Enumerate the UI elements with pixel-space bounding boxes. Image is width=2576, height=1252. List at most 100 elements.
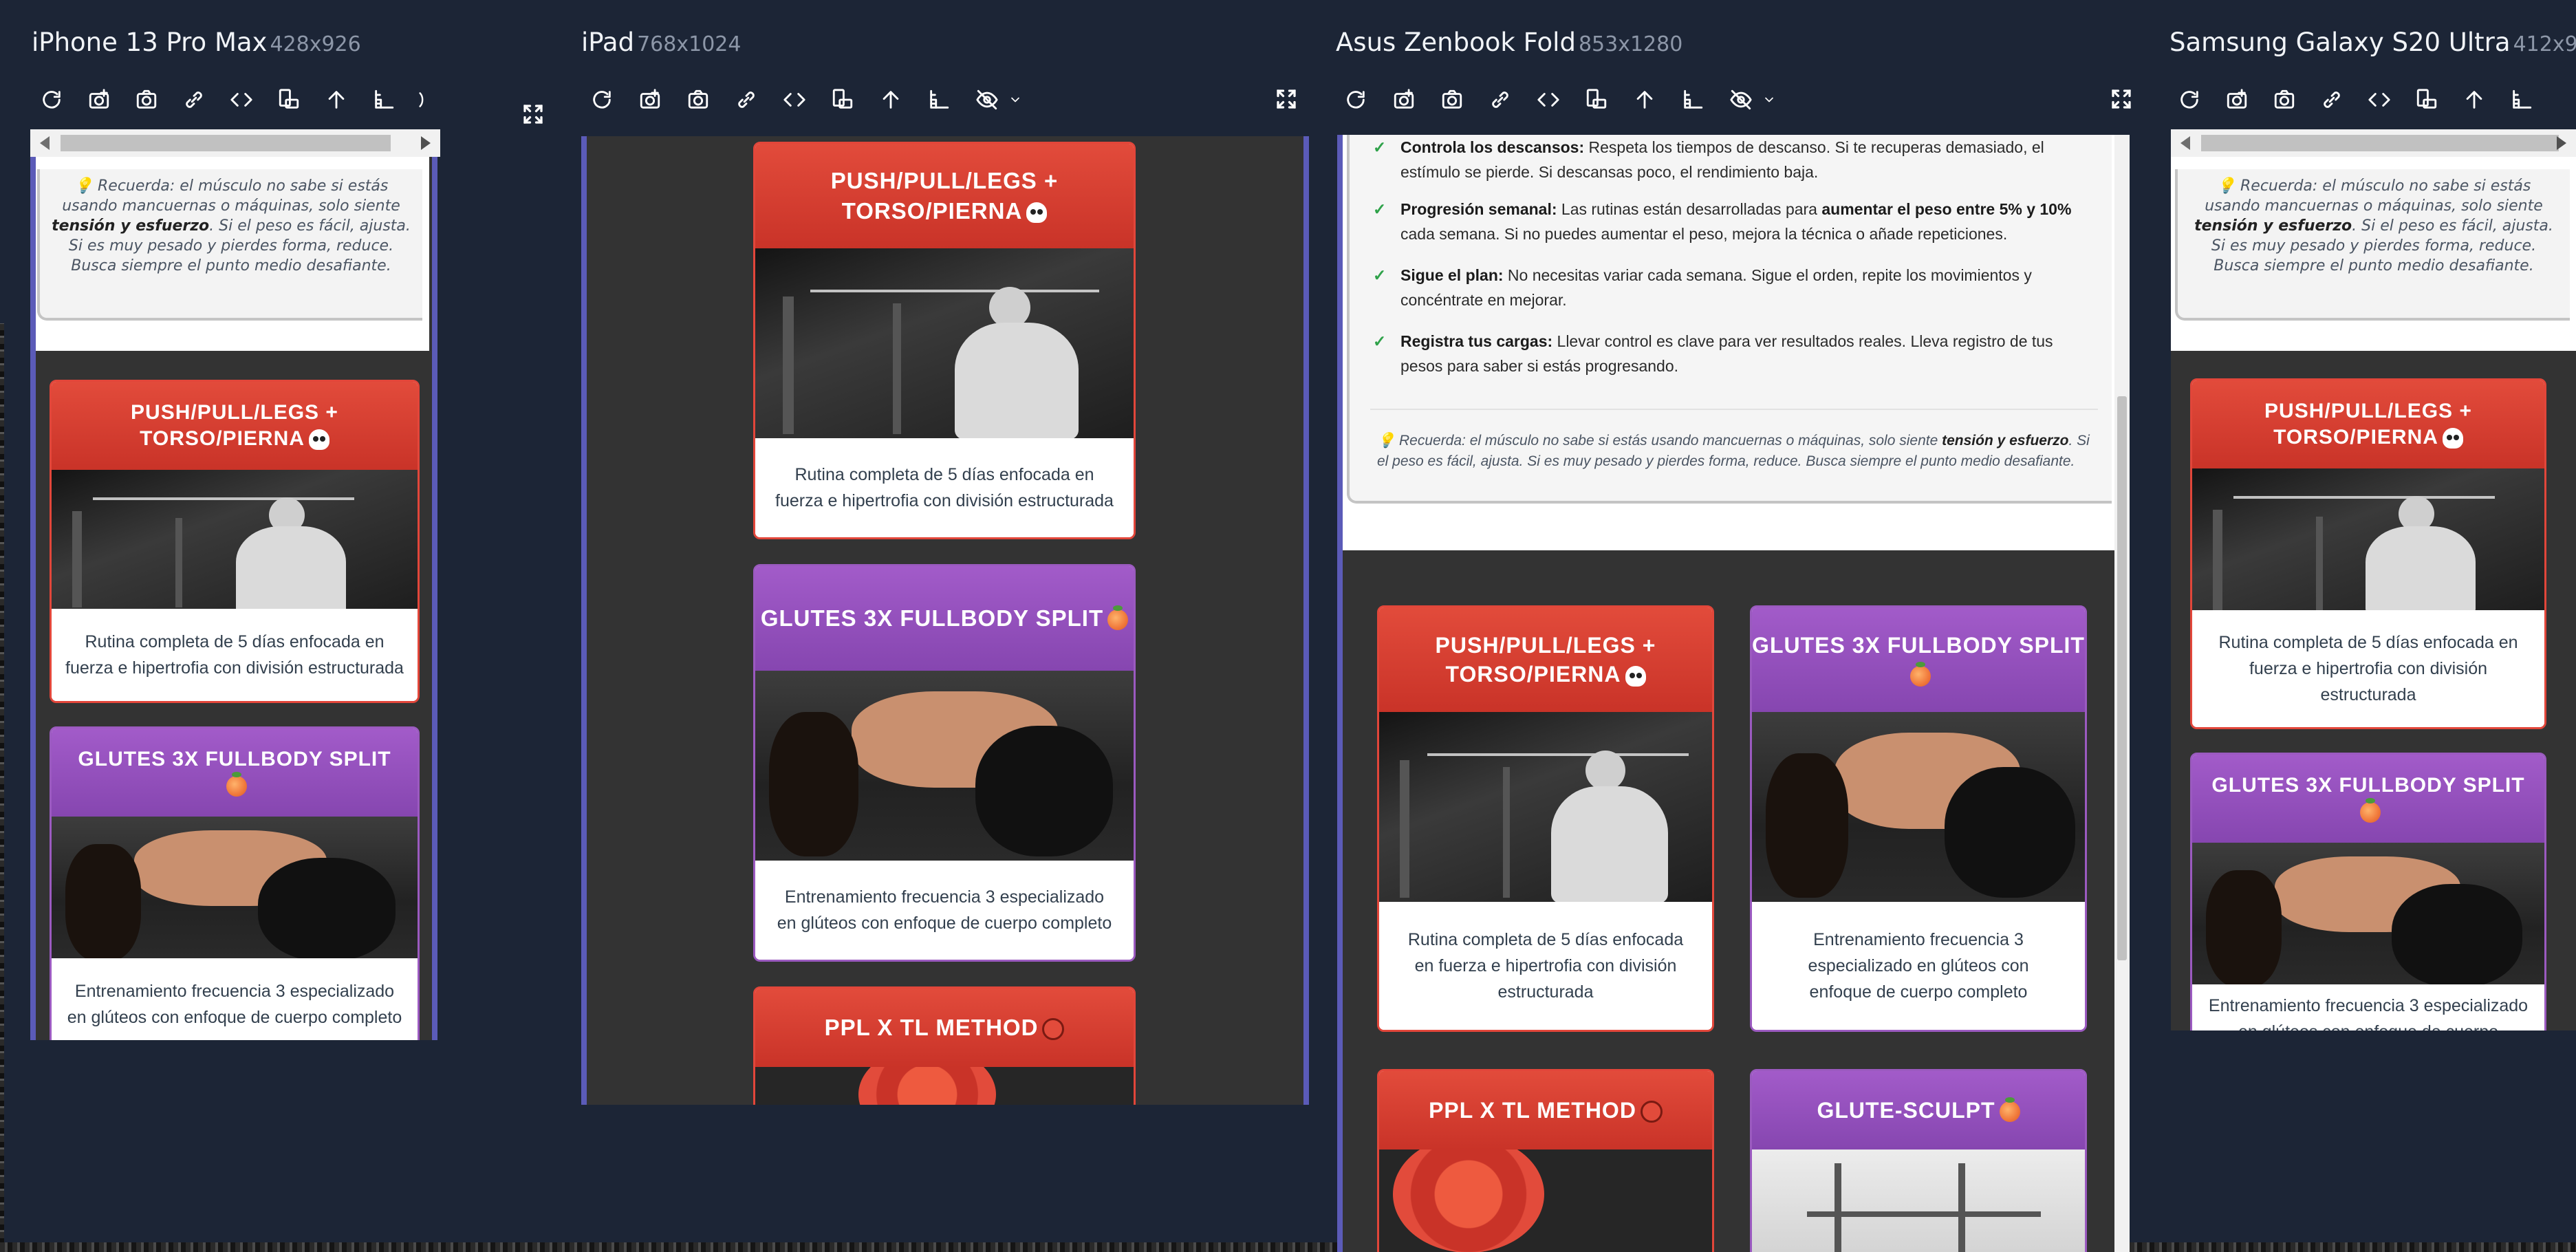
program-card-glutes[interactable]: GLUTES 3X FULLBODY SPLIT Entrenamiento f… bbox=[50, 726, 420, 1040]
ruler-icon[interactable] bbox=[924, 85, 953, 114]
card-description: Rutina completa de 5 días enfocada en fu… bbox=[755, 438, 1134, 537]
camera-icon[interactable] bbox=[132, 85, 161, 114]
program-card-ppl-torso[interactable]: PUSH/PULL/LEGS + TORSO/PIERNA Rutina com… bbox=[753, 142, 1136, 539]
peach-icon bbox=[1910, 661, 1931, 687]
device-dimensions: 853x1280 bbox=[1578, 32, 1683, 56]
code-icon[interactable] bbox=[780, 85, 809, 114]
card-header: PUSH/PULL/LEGS + TORSO/PIERNA bbox=[52, 382, 418, 470]
program-card-ppl-tl[interactable]: PPL X TL METHOD bbox=[753, 986, 1136, 1105]
link-icon[interactable] bbox=[732, 85, 761, 114]
checklist-item: ✓ Sigue el plan: No necesitas variar cad… bbox=[1373, 263, 2098, 312]
note-text: Recuerda: el músculo no sabe si estás us… bbox=[1398, 433, 1942, 449]
viewport-frame-left bbox=[30, 157, 36, 1040]
note-text: Recuerda: el músculo no sabe si estás us… bbox=[62, 177, 400, 215]
refresh-icon[interactable] bbox=[2175, 85, 2204, 114]
link-icon[interactable] bbox=[180, 85, 208, 114]
card-header: GLUTES 3X FULLBODY SPLIT bbox=[755, 566, 1134, 671]
rotate-device-icon[interactable] bbox=[828, 85, 857, 114]
vertical-scrollbar[interactable] bbox=[2114, 135, 2130, 1252]
check-icon: ✓ bbox=[1373, 200, 1387, 218]
device-viewport: 💡 Recuerda: el músculo no sabe si estás … bbox=[30, 157, 437, 1040]
card-title: PUSH/PULL/LEGS + TORSO/PIERNA bbox=[131, 401, 338, 450]
scroll-left-arrow-icon[interactable] bbox=[40, 136, 50, 150]
ruler-icon[interactable] bbox=[369, 85, 398, 114]
checklist-item: ✓ Registra tus cargas: Llevar control es… bbox=[1373, 329, 2098, 378]
link-icon[interactable] bbox=[1486, 85, 1515, 114]
refresh-icon[interactable] bbox=[37, 85, 66, 114]
camera-plus-icon[interactable] bbox=[636, 85, 664, 114]
program-card-ppl-torso[interactable]: PUSH/PULL/LEGS + TORSO/PIERNA Rutina com… bbox=[50, 380, 420, 703]
card-photo bbox=[755, 1067, 1134, 1105]
card-header: GLUTE-SCULPT bbox=[1752, 1071, 2085, 1150]
note-text: Recuerda: el músculo no sabe si estás us… bbox=[2205, 177, 2543, 215]
scroll-left-arrow-icon[interactable] bbox=[2180, 136, 2190, 150]
rotate-device-icon[interactable] bbox=[2412, 85, 2441, 114]
expand-icon[interactable] bbox=[2109, 87, 2136, 114]
card-photo bbox=[2192, 843, 2544, 984]
link-icon[interactable] bbox=[2317, 85, 2346, 114]
refresh-icon[interactable] bbox=[587, 85, 616, 114]
scrollbar-thumb[interactable] bbox=[61, 135, 391, 151]
card-description: Entrenamiento frecuencia 3 especializado… bbox=[1752, 902, 2085, 1030]
program-card-glute-sculpt[interactable]: GLUTE-SCULPT bbox=[1750, 1069, 2087, 1252]
refresh-icon[interactable] bbox=[1341, 85, 1370, 114]
device-dimensions: 768x1024 bbox=[637, 32, 742, 56]
code-icon[interactable] bbox=[227, 85, 256, 114]
skull-icon bbox=[1026, 202, 1048, 224]
rotate-device-icon[interactable] bbox=[274, 85, 303, 114]
program-card-ppl-tl[interactable]: PPL X TL METHOD bbox=[1377, 1069, 1714, 1252]
card-photo bbox=[1752, 712, 2085, 902]
device-toolbar bbox=[2175, 84, 2536, 116]
device-name: iPhone 13 Pro Max bbox=[32, 28, 268, 57]
camera-icon[interactable] bbox=[684, 85, 713, 114]
program-card-glutes[interactable]: GLUTES 3X FULLBODY SPLIT Entrenamiento f… bbox=[1750, 605, 2087, 1032]
arrow-up-icon[interactable] bbox=[2460, 85, 2489, 114]
horizontal-scrollbar[interactable] bbox=[30, 129, 440, 157]
device-title: Asus Zenbook Fold 853x1280 bbox=[1336, 28, 1682, 57]
arrow-up-icon[interactable] bbox=[1630, 85, 1659, 114]
program-card-glutes[interactable]: GLUTES 3X FULLBODY SPLIT Entrenamiento f… bbox=[2190, 753, 2546, 1030]
camera-plus-icon[interactable] bbox=[85, 85, 113, 114]
card-title: GLUTES 3X FULLBODY SPLIT bbox=[1752, 633, 2085, 658]
ruler-icon[interactable] bbox=[1678, 85, 1707, 114]
eye-off-icon[interactable] bbox=[973, 85, 1002, 114]
overflow-icon[interactable] bbox=[417, 85, 426, 114]
viewport-frame-right bbox=[432, 157, 437, 1040]
scroll-right-arrow-icon[interactable] bbox=[421, 136, 431, 150]
eye-off-icon[interactable] bbox=[1727, 85, 1755, 114]
arrow-up-icon[interactable] bbox=[876, 85, 905, 114]
item-bold: aumentar el peso entre 5% y 10% bbox=[1821, 200, 2072, 218]
device-viewport: ✓ Controla los descansos: Respeta los ti… bbox=[1337, 135, 2130, 1252]
chevron-down-icon[interactable] bbox=[1762, 85, 1776, 114]
chevron-down-icon[interactable] bbox=[1008, 85, 1022, 114]
ruler-icon[interactable] bbox=[2507, 85, 2536, 114]
code-icon[interactable] bbox=[1534, 85, 1563, 114]
arrow-up-icon[interactable] bbox=[322, 85, 351, 114]
expand-icon[interactable] bbox=[1274, 87, 1301, 114]
program-card-glutes[interactable]: GLUTES 3X FULLBODY SPLIT Entrenamiento f… bbox=[753, 564, 1136, 962]
card-description: Entrenamiento frecuencia 3 especializado… bbox=[52, 958, 418, 1040]
camera-icon[interactable] bbox=[1438, 85, 1466, 114]
camera-plus-icon[interactable] bbox=[2222, 85, 2251, 114]
card-header: GLUTES 3X FULLBODY SPLIT bbox=[52, 728, 418, 817]
card-photo bbox=[755, 671, 1134, 861]
code-icon[interactable] bbox=[2365, 85, 2394, 114]
program-card-ppl-torso[interactable]: PUSH/PULL/LEGS + TORSO/PIERNA Rutina com… bbox=[1377, 605, 1714, 1032]
rotate-device-icon[interactable] bbox=[1582, 85, 1611, 114]
horizontal-scrollbar[interactable] bbox=[2171, 129, 2576, 157]
expand-icon[interactable] bbox=[521, 102, 548, 129]
device-dimensions: 412x915 bbox=[2513, 32, 2576, 56]
device-toolbar bbox=[37, 84, 426, 116]
card-title: GLUTE-SCULPT bbox=[1817, 1097, 1995, 1123]
item-label: Registra tus cargas: bbox=[1400, 332, 1553, 350]
card-photo bbox=[2192, 468, 2544, 610]
reminder-note: 💡 Recuerda: el músculo no sabe si estás … bbox=[1377, 433, 2090, 469]
camera-icon[interactable] bbox=[2270, 85, 2299, 114]
scrollbar-thumb[interactable] bbox=[2201, 135, 2559, 151]
scrollbar-thumb[interactable] bbox=[2117, 396, 2127, 960]
devil-icon bbox=[1042, 1018, 1065, 1041]
item-text: Las rutinas están desarrolladas para bbox=[1561, 200, 1822, 218]
program-card-ppl-torso[interactable]: PUSH/PULL/LEGS + TORSO/PIERNA Rutina com… bbox=[2190, 378, 2546, 729]
scroll-right-arrow-icon[interactable] bbox=[2557, 136, 2566, 150]
camera-plus-icon[interactable] bbox=[1389, 85, 1418, 114]
